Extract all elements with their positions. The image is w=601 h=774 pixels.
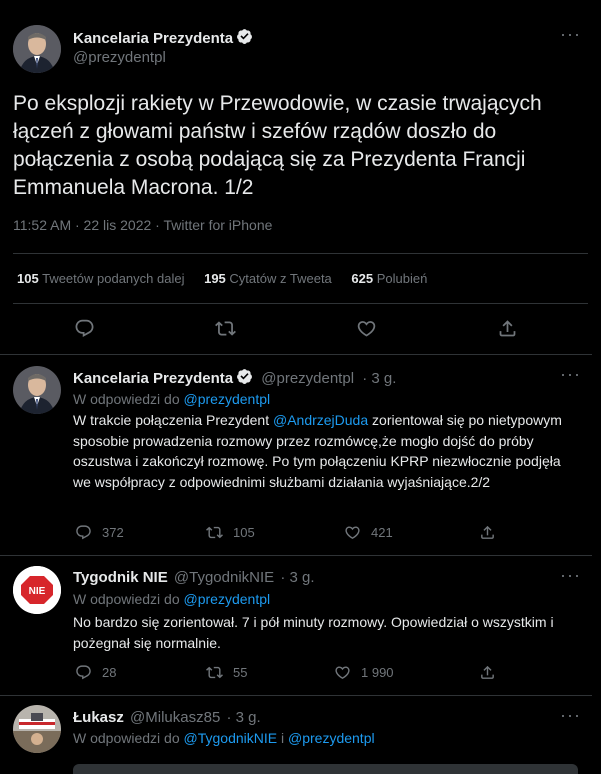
- verified-badge-icon: [236, 368, 253, 389]
- reply-icon: [76, 665, 91, 680]
- avatar-label: NIE: [29, 586, 46, 597]
- truncated-content: [73, 764, 578, 774]
- reply-prefix: W odpowiedzi do: [73, 391, 180, 407]
- share-icon: [481, 525, 494, 539]
- quotes-count: 195: [204, 271, 226, 286]
- scrollbar[interactable]: [592, 0, 601, 774]
- share-icon: [481, 665, 494, 679]
- more-icon[interactable]: ···: [560, 705, 581, 726]
- author-handle[interactable]: @TygodnikNIE: [174, 569, 274, 586]
- retweet-icon: [215, 321, 236, 336]
- reply-prefix: W odpowiedzi do: [73, 730, 180, 746]
- author-handle[interactable]: @Milukasz85: [130, 709, 220, 726]
- share-button[interactable]: [479, 524, 506, 541]
- like-button[interactable]: 1 990: [334, 664, 394, 681]
- quotes-stat[interactable]: 195 Cytatów z Tweeta: [204, 271, 332, 286]
- retweet-icon: [206, 526, 223, 539]
- like-icon: [345, 526, 360, 539]
- like-count: 1 990: [361, 665, 394, 680]
- reply-to-link[interactable]: @prezydentpl: [184, 391, 271, 407]
- reply-prefix: W odpowiedzi do: [73, 591, 180, 607]
- reply-button[interactable]: 28: [75, 664, 116, 681]
- retweet-button[interactable]: 105: [206, 524, 255, 541]
- retweet-count: 105: [233, 525, 255, 540]
- share-icon: [499, 320, 516, 337]
- author-handle[interactable]: @prezydentpl: [73, 49, 166, 66]
- tweet-stats: 105 Tweetów podanych dalej 195 Cytatów z…: [17, 271, 427, 286]
- reply-text: W trakcie połączenia Prezydent @AndrzejD…: [73, 410, 578, 492]
- mention-link[interactable]: @AndrzejDuda: [273, 412, 368, 428]
- reply-count: 28: [102, 665, 117, 680]
- timestamp[interactable]: · 3 g.: [362, 370, 396, 387]
- retweet-count: 55: [233, 665, 248, 680]
- author-name[interactable]: Kancelaria Prezydenta: [73, 370, 233, 387]
- author-name[interactable]: Łukasz: [73, 709, 124, 726]
- reply-icon: [75, 319, 94, 337]
- reply-to-link[interactable]: @prezydentpl: [288, 730, 375, 746]
- reply-to-link[interactable]: @prezydentpl: [184, 591, 271, 607]
- reply-button[interactable]: [74, 318, 105, 339]
- avatar[interactable]: [13, 366, 61, 414]
- more-icon[interactable]: ···: [560, 24, 581, 45]
- timestamp[interactable]: · 3 g.: [226, 709, 260, 726]
- reply-text: No bardzo się zorientował. 7 i pół minut…: [73, 614, 554, 651]
- tweet-text: Po eksplozji rakiety w Przewodowie, w cz…: [13, 92, 542, 199]
- retweet-icon: [206, 666, 223, 679]
- like-icon: [335, 666, 350, 679]
- retweet-button[interactable]: [215, 318, 246, 339]
- author-name[interactable]: Kancelaria Prezydenta: [73, 30, 233, 47]
- tweet-meta[interactable]: 11:52 AM · 22 lis 2022 · Twitter for iPh…: [13, 217, 272, 233]
- reply-icon: [76, 525, 91, 540]
- share-button[interactable]: [497, 318, 528, 339]
- reply-to-link[interactable]: @TygodnikNIE: [184, 730, 278, 746]
- like-button[interactable]: 421: [344, 524, 393, 541]
- author-name[interactable]: Tygodnik NIE: [73, 569, 168, 586]
- reply-text-part: W trakcie połączenia Prezydent: [73, 412, 273, 428]
- reply-button[interactable]: 372: [75, 524, 124, 541]
- avatar[interactable]: [13, 705, 61, 753]
- like-count: 421: [371, 525, 393, 540]
- timestamp[interactable]: · 3 g.: [280, 569, 314, 586]
- likes-count: 625: [351, 271, 374, 286]
- reply-count: 372: [102, 525, 124, 540]
- like-icon: [357, 321, 376, 337]
- avatar[interactable]: [13, 25, 61, 73]
- retweets-stat[interactable]: 105 Tweetów podanych dalej: [17, 271, 184, 286]
- retweets-count: 105: [17, 271, 39, 286]
- more-icon[interactable]: ···: [560, 565, 581, 586]
- author-handle[interactable]: @prezydentpl: [261, 370, 354, 387]
- avatar[interactable]: NIE: [13, 566, 61, 614]
- quotes-label: Cytatów z Tweeta: [229, 271, 332, 286]
- reply-join: i: [277, 730, 288, 746]
- likes-label: Polubień: [376, 271, 428, 286]
- like-button[interactable]: [356, 318, 387, 339]
- share-button[interactable]: [479, 664, 506, 681]
- more-icon[interactable]: ···: [560, 364, 581, 385]
- retweets-label: Tweetów podanych dalej: [42, 271, 185, 286]
- retweet-button[interactable]: 55: [206, 664, 247, 681]
- verified-badge-icon: [236, 28, 253, 49]
- likes-stat[interactable]: 625 Polubień: [351, 271, 427, 286]
